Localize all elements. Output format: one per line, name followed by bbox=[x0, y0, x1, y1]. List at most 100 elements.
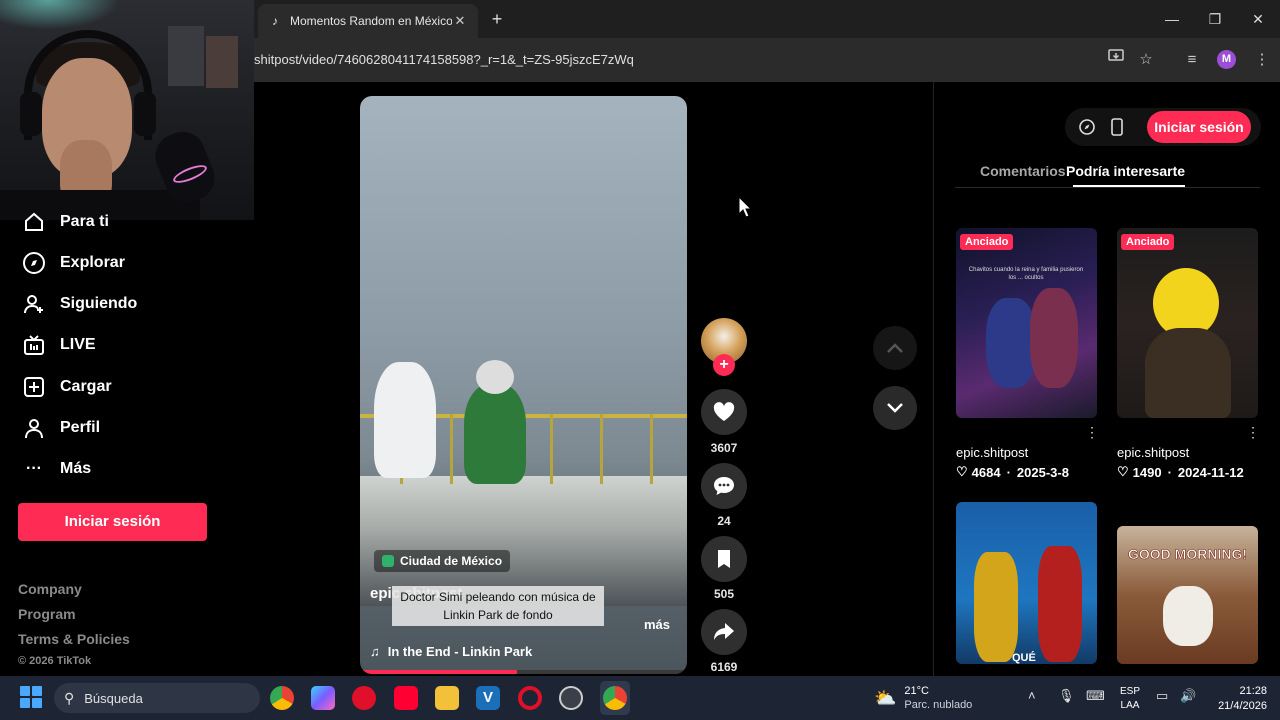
language-indicator[interactable]: ESP LAA bbox=[1120, 685, 1140, 713]
save-button[interactable] bbox=[701, 536, 747, 582]
media-queue-icon[interactable]: ≡ bbox=[1180, 48, 1204, 72]
lang-line1: ESP bbox=[1120, 686, 1141, 697]
mascot-white bbox=[374, 362, 436, 478]
footer-link-company[interactable]: Company bbox=[18, 581, 82, 597]
music-link[interactable]: ♫ In the End - Linkin Park bbox=[370, 644, 532, 659]
chrome-profile-taskbar-icon[interactable] bbox=[603, 686, 627, 710]
close-window-button[interactable]: ✕ bbox=[1238, 6, 1278, 32]
card-date: 2025-3-8 bbox=[1016, 464, 1069, 480]
sidebar-item-live[interactable]: LIVE bbox=[22, 331, 96, 359]
card-author[interactable]: epic.shitpost bbox=[1117, 445, 1189, 460]
footer-link-terms[interactable]: Terms & Policies bbox=[18, 631, 130, 647]
system-clock[interactable]: 21:28 21/4/2026 bbox=[1207, 684, 1267, 714]
phone-icon[interactable] bbox=[1106, 116, 1128, 138]
video-progress-bar[interactable] bbox=[360, 670, 687, 674]
wall-poster bbox=[206, 36, 238, 88]
new-tab-button[interactable]: + bbox=[486, 8, 508, 30]
comment-button[interactable] bbox=[701, 463, 747, 509]
video-thumbnail[interactable]: Chavitos cuando la reina y familia pusie… bbox=[956, 228, 1097, 418]
install-app-icon[interactable] bbox=[1104, 48, 1128, 72]
more-link[interactable]: más bbox=[644, 617, 670, 632]
tab-podria-interesarte[interactable]: Podría interesarte bbox=[1066, 163, 1185, 179]
youtube-taskbar-icon[interactable] bbox=[394, 686, 418, 710]
microphone-icon[interactable]: 🎙 bbox=[1058, 688, 1075, 704]
share-count: 6169 bbox=[710, 660, 738, 674]
compass-icon[interactable] bbox=[1076, 116, 1098, 138]
tab-divider bbox=[955, 187, 1260, 188]
vegas-taskbar-icon[interactable]: V bbox=[476, 686, 500, 710]
windows-start-button[interactable] bbox=[20, 686, 42, 708]
like-count: 3607 bbox=[710, 441, 738, 455]
comment-count: 24 bbox=[717, 514, 731, 528]
opera-gx-taskbar-icon[interactable] bbox=[518, 686, 542, 710]
minimize-button[interactable]: — bbox=[1152, 6, 1192, 32]
share-button[interactable] bbox=[701, 609, 747, 655]
like-button[interactable] bbox=[701, 389, 747, 435]
thumb-figure bbox=[986, 298, 1036, 388]
card-more-icon[interactable]: ⋮ bbox=[1246, 424, 1260, 441]
profile-avatar[interactable]: M bbox=[1217, 50, 1236, 69]
sidebar-item-label: Para ti bbox=[60, 213, 109, 230]
sidebar-item-cargar[interactable]: Cargar bbox=[22, 373, 112, 401]
sidebar-item-mas[interactable]: ··· Más bbox=[22, 455, 91, 483]
keyboard-icon[interactable]: ⌨ bbox=[1086, 688, 1105, 704]
video-thumbnail[interactable]: GOOD MORNING! bbox=[1117, 526, 1258, 664]
file-explorer-taskbar-icon[interactable] bbox=[435, 686, 459, 710]
save-count: 505 bbox=[713, 587, 735, 601]
next-video-button[interactable] bbox=[873, 386, 917, 430]
network-icon[interactable]: ▭ bbox=[1156, 688, 1168, 704]
chevron-down-icon bbox=[887, 403, 903, 413]
sidebar-item-perfil[interactable]: Perfil bbox=[22, 414, 100, 442]
sidebar-item-siguiendo[interactable]: Siguiendo bbox=[22, 290, 137, 318]
ambient-light bbox=[0, 0, 120, 30]
video-player[interactable]: Ciudad de México epic.shitpost Doctor Si… bbox=[360, 96, 687, 674]
card-stats: ♡ 1490 · 2024-11-12 bbox=[1117, 464, 1244, 480]
card-stats: ♡ 4684 · 2025-3-8 bbox=[956, 464, 1069, 480]
chevron-up-icon bbox=[887, 343, 903, 353]
browser-menu-icon[interactable]: ⋮ bbox=[1250, 48, 1274, 72]
volume-icon[interactable]: 🔊 bbox=[1180, 688, 1196, 704]
weather-temp: 21°C bbox=[904, 685, 929, 697]
card-author[interactable]: epic.shitpost bbox=[956, 445, 1028, 460]
tab-comentarios[interactable]: Comentarios bbox=[980, 163, 1066, 179]
sidebar-item-explorar[interactable]: Explorar bbox=[22, 249, 125, 277]
previous-video-button[interactable] bbox=[873, 326, 917, 370]
video-thumbnail[interactable]: Anciado bbox=[1117, 228, 1258, 418]
close-tab-icon[interactable]: ✕ bbox=[452, 13, 468, 29]
tiktok-icon: ♪ bbox=[272, 14, 278, 28]
browser-tab[interactable]: ♪ Momentos Random en México ✕ bbox=[258, 4, 478, 38]
header-login-button[interactable]: Iniciar sesión bbox=[1147, 111, 1251, 143]
chrome-taskbar-icon[interactable] bbox=[270, 686, 294, 710]
footer-link-program[interactable]: Program bbox=[18, 606, 76, 622]
thumb-figure-body bbox=[1145, 328, 1231, 418]
thumb-figure bbox=[1038, 546, 1082, 662]
heart-icon bbox=[713, 402, 735, 421]
maximize-button[interactable]: ❐ bbox=[1195, 6, 1235, 32]
login-button[interactable]: Iniciar sesión bbox=[18, 503, 207, 541]
live-tv-icon bbox=[22, 333, 46, 357]
music-title: In the End - Linkin Park bbox=[387, 644, 533, 659]
share-arrow-icon bbox=[714, 623, 734, 640]
thumb-figure bbox=[974, 552, 1018, 662]
home-icon bbox=[22, 210, 46, 234]
video-thumbnail[interactable]: QUÉ bbox=[956, 502, 1097, 664]
sidebar-item-para-ti[interactable]: Para ti bbox=[22, 208, 109, 236]
weather-widget[interactable]: ⛅ 21°C Parc. nublado bbox=[874, 684, 972, 712]
railing-bar bbox=[550, 414, 553, 484]
copilot-taskbar-icon[interactable] bbox=[311, 686, 335, 710]
follow-plus-button[interactable]: + bbox=[713, 354, 735, 376]
obs-taskbar-icon[interactable] bbox=[559, 686, 583, 710]
location-pin-icon bbox=[382, 555, 394, 567]
stat-separator: · bbox=[1167, 464, 1172, 480]
card-more-icon[interactable]: ⋮ bbox=[1085, 424, 1099, 441]
headset bbox=[24, 30, 152, 140]
address-bar[interactable]: shitpost/video/7460628041174158598?_r=1&… bbox=[254, 52, 634, 67]
tray-chevron-up-icon[interactable]: ˄ bbox=[1028, 688, 1036, 703]
compass-icon bbox=[22, 251, 46, 275]
taskbar-search[interactable]: ⚲ Búsqueda bbox=[54, 683, 260, 713]
headset-earcup bbox=[20, 92, 42, 136]
mascot-head bbox=[476, 360, 514, 394]
location-badge[interactable]: Ciudad de México bbox=[374, 550, 511, 572]
bookmark-star-icon[interactable]: ☆ bbox=[1134, 48, 1158, 72]
opera-taskbar-icon[interactable] bbox=[352, 686, 376, 710]
